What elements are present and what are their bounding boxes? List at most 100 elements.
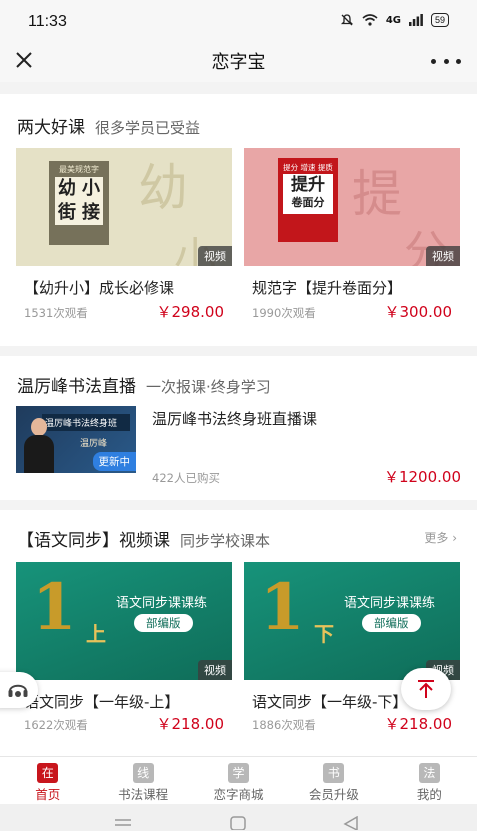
dot-icon [456,58,461,64]
book-series-label: 提分 增速 提质 [283,163,333,172]
course-thumbnail: 幼 小 最美规范字 幼 小 街 接 视频 [16,148,232,266]
book-title-box: 提升 卷面分 [283,174,333,214]
customer-service-button[interactable] [0,672,38,708]
status-time: 11:33 [28,13,67,30]
video-badge: 视频 [198,660,232,680]
membership-tab-icon: 书 [323,763,345,783]
status-bar: 11:33 4G 59 [0,0,477,42]
menu-icon[interactable] [114,818,132,830]
section-title-text: 温厉峰书法直播 [17,377,136,397]
book-cover: 提分 增速 提质 提升 卷面分 [278,158,338,242]
course-card-youshengxiao[interactable]: 幼 小 最美规范字 幼 小 街 接 视频 【幼升小】成长必修课 1531次观看 … [16,148,232,328]
dot-icon [431,58,436,64]
view-count: 1622次观看 [24,718,88,732]
nav-label: 会员升级 [308,787,359,802]
view-count: 1886次观看 [252,718,316,732]
system-nav-bar [0,804,477,831]
edition-label: 部编版 [362,614,421,632]
workbook-title: 语文同步课课练 [344,596,436,611]
profile-tab-icon: 法 [418,763,440,783]
headset-icon [8,684,28,697]
course-card-juanmianfen[interactable]: 提 分 提分 增速 提质 提升 卷面分 视频 规范字【提升卷面分】 1990次观… [244,148,460,328]
courses-tab-icon: 线 [132,763,154,783]
battery-icon: 59 [430,13,449,27]
grade-number: 1 [32,570,77,645]
mute-bell-icon [340,14,353,26]
view-count: 1531次观看 [24,306,88,320]
course-thumbnail: 提 分 提分 增速 提质 提升 卷面分 视频 [244,148,460,266]
price: ￥218.00 [384,715,453,733]
price: ￥218.00 [156,715,225,733]
edition-label: 部编版 [134,614,193,632]
course-title: 语文同步【一年级-下】 [252,693,408,711]
course-thumbnail: 1 下 语文同步课课练 部编版 视频 [244,562,460,680]
book-char: 街 [58,202,76,223]
section-subtitle: 很多学员已受益 [95,119,201,137]
course-card-grade1-up[interactable]: 1 上 语文同步课课练 部编版 视频 语文同步【一年级-上】 1622次观看 ￥… [16,562,232,752]
course-card-grade1-down[interactable]: 1 下 语文同步课课练 部编版 视频 语文同步【一年级-下】 1886次观看 ￥… [244,562,460,752]
more-link-label: 更多 [424,531,449,545]
book-small-title: 卷面分 [291,196,325,209]
section-title: 【语文同步】视频课 同步学校课本 [17,526,270,551]
course-title: 【幼升小】成长必修课 [24,279,175,297]
book-cover: 最美规范字 幼 小 街 接 [49,161,109,245]
book-series-label: 最美规范字 [59,165,99,174]
watermark-char: 幼 [138,159,188,217]
page-title: 恋字宝 [211,52,266,73]
update-status-badge: 更新中 [92,452,136,471]
section-subtitle: 一次报课·终身学习 [146,378,271,396]
more-link[interactable]: 更多 › [424,529,457,546]
nav-label: 首页 [35,787,61,802]
section-title-text: 两大好课 [17,118,85,138]
dot-icon [443,58,449,64]
grade-number: 1 [260,570,305,645]
section-subtitle: 同步学校课本 [180,532,271,550]
price: ￥300.00 [384,303,453,321]
course-title: 语文同步【一年级-上】 [24,693,180,711]
home-square-icon[interactable] [230,816,246,830]
nav-item-home[interactable]: 在 首页 [0,757,95,804]
thumbnail-banner: 温厉峰书法终身班 [42,414,130,431]
view-count: 1990次观看 [252,306,316,320]
workbook-title: 语文同步课课练 [116,596,208,611]
price: ￥298.00 [156,303,225,321]
semester-tag: 下 [314,622,334,646]
teacher-signature: 温厉峰 [80,439,108,449]
section-title: 温厉峰书法直播 一次报课·终身学习 [17,372,271,397]
nav-label: 我的 [416,787,442,802]
home-tab-icon: 在 [37,763,59,783]
chevron-right-icon: › [452,531,457,545]
live-course-section: 温厉峰书法直播 一次报课·终身学习 温厉峰书法终身班 温厉峰 更新中 温厉峰书法终… [0,356,477,500]
book-char: 接 [82,202,100,223]
teacher-avatar [24,418,54,473]
status-icons: 4G 59 [340,13,449,27]
back-triangle-icon[interactable] [343,816,359,830]
semester-tag: 上 [86,622,106,646]
live-course-item[interactable]: 温厉峰书法终身班 温厉峰 更新中 温厉峰书法终身班直播课 422人已购买 ￥12… [16,406,461,486]
teacher-head [31,418,47,436]
bottom-nav: 在 首页 线 书法课程 学 恋字商城 书 会员升级 法 我的 [0,756,477,804]
chinese-sync-section: 【语文同步】视频课 同步学校课本 更多 › 1 上 语文同步课课练 部编版 视频 … [0,510,477,756]
section-title-text: 【语文同步】视频课 [17,531,170,551]
shop-tab-icon: 学 [228,763,250,783]
nav-item-profile[interactable]: 法 我的 [382,757,477,804]
nav-label: 恋字商城 [213,787,264,802]
more-options-button[interactable] [431,48,461,74]
nav-item-membership[interactable]: 书 会员升级 [286,757,381,804]
wifi-icon [362,14,378,26]
featured-courses-section: 两大好课 很多学员已受益 幼 小 最美规范字 幼 小 街 接 视频 【幼升小】成长… [0,94,477,346]
back-to-top-button[interactable] [401,668,451,710]
live-course-title: 温厉峰书法终身班直播课 [152,410,318,428]
watermark-char: 提 [352,165,402,223]
course-title: 规范字【提升卷面分】 [252,279,403,297]
signal-icon [408,14,423,26]
book-char-grid: 幼 小 街 接 [55,177,103,225]
nav-item-courses[interactable]: 线 书法课程 [95,757,190,804]
price: ￥1200.00 [383,468,461,486]
book-char: 幼 [58,178,76,199]
nav-item-shop[interactable]: 学 恋字商城 [191,757,286,804]
section-title: 两大好课 很多学员已受益 [17,113,200,138]
video-badge: 视频 [198,246,232,266]
teacher-body [24,435,54,473]
video-badge: 视频 [426,246,460,266]
